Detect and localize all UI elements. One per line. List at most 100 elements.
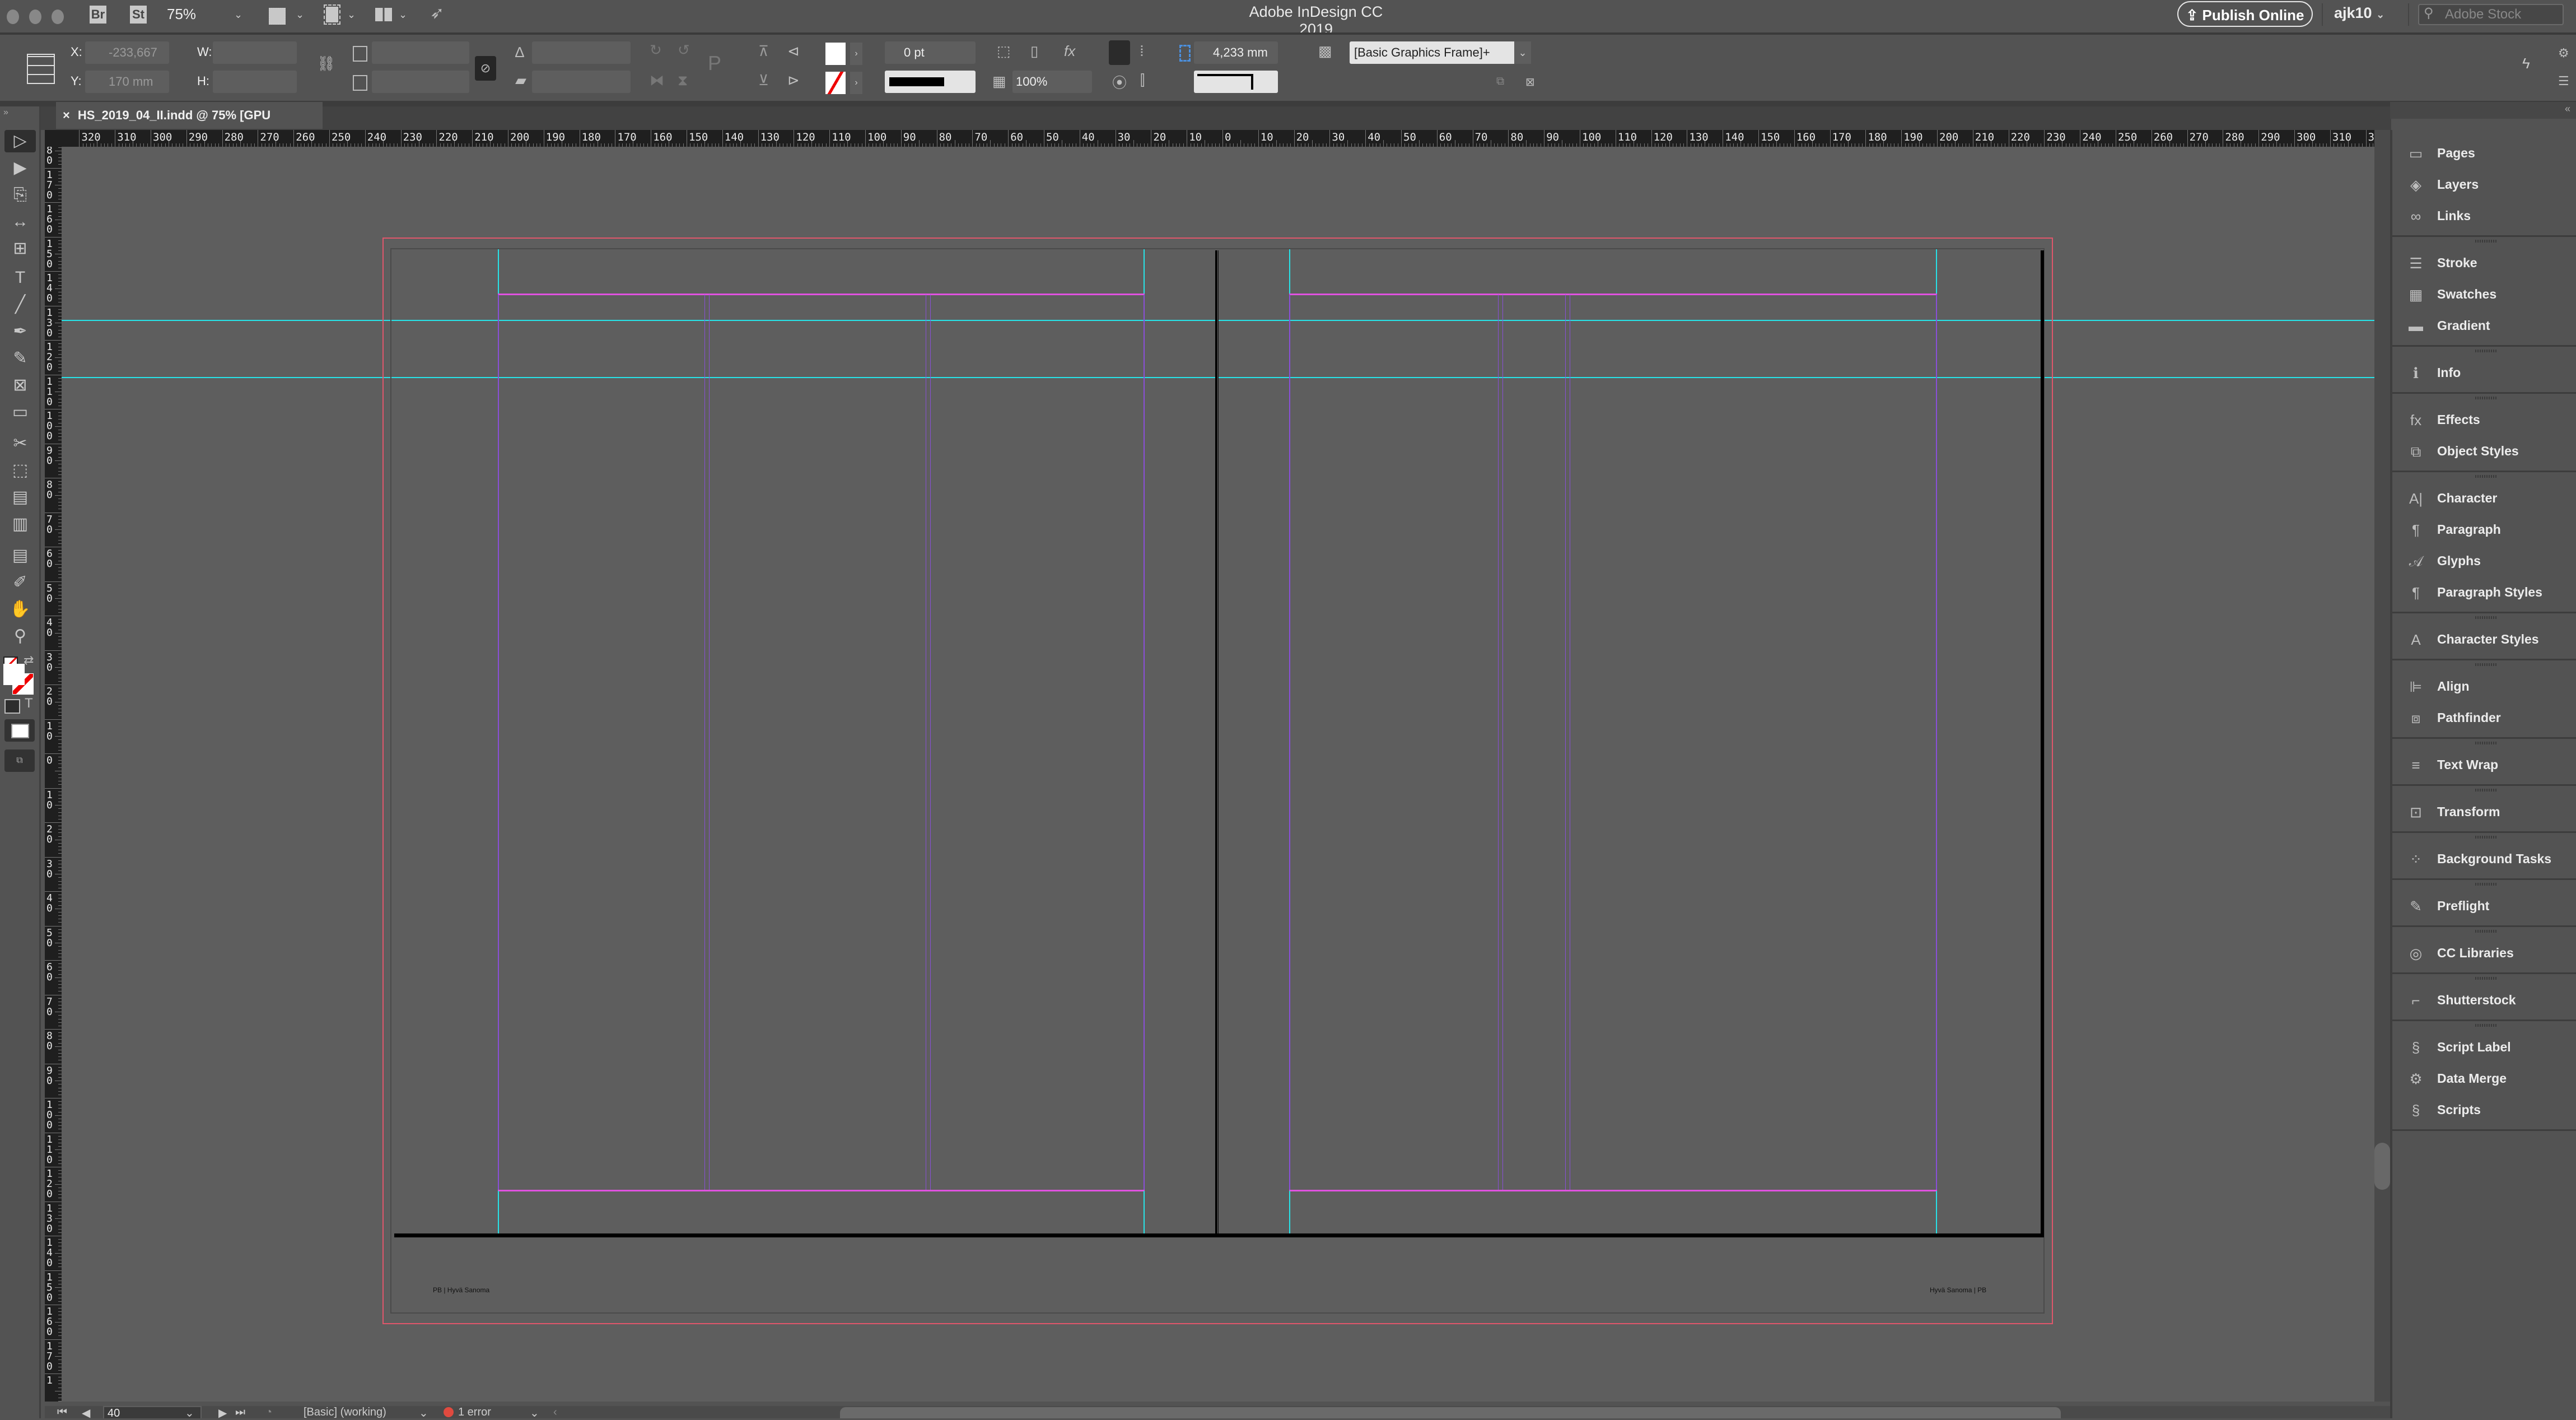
panel-item-paragraph[interactable]: ¶ Paragraph [2392,514,2576,546]
stroke-weight-field[interactable]: 0 pt [885,41,976,64]
panel-item-data-merge[interactable]: ⚙ Data Merge [2392,1063,2576,1095]
wrap-around-shape-icon[interactable]: ⦙ [1140,43,1144,60]
gap-tool[interactable]: ↔ [4,211,36,233]
panel-item-info[interactable]: ℹ Info [2392,357,2576,389]
stock-button[interactable]: St [130,6,147,24]
vertical-ruler[interactable]: 1801701601501401301201101009080706050403… [45,147,62,1402]
preflight-errors[interactable]: 1 error [458,1406,491,1419]
stroke-menu-chevron[interactable]: › [850,72,862,94]
expand-panel-icon[interactable]: » [3,108,8,118]
rectangle-tool[interactable]: ▭ [4,401,36,423]
panel-item-shutterstock[interactable]: ⌐ Shutterstock [2392,985,2576,1016]
document-canvas[interactable]: PB | Hyvä Sanoma Hyvä Sanoma | PB [62,147,2374,1402]
quick-apply-icon[interactable]: ϟ [2522,55,2530,72]
panel-item-background-tasks[interactable]: ⁘ Background Tasks [2392,844,2576,875]
chevron-down-icon[interactable]: ⌄ [347,9,356,21]
panel-item-scripts[interactable]: § Scripts [2392,1095,2576,1126]
select-content-icon[interactable]: ⊻ [758,72,769,89]
panel-group-grip[interactable] [2475,1024,2498,1027]
swap-fill-stroke-icon[interactable]: ⇄ [24,653,34,668]
rectangle-frame-tool[interactable]: ⊠ [4,374,36,397]
select-previous-icon[interactable]: ⊲ [787,43,800,60]
opacity-field[interactable]: 100% [1012,71,1092,93]
panel-group-grip[interactable] [2475,883,2498,886]
object-style-select[interactable]: [Basic Graphics Frame]+ [1350,41,1531,64]
last-page-button[interactable]: ⏭ [235,1406,245,1419]
panel-item-gradient[interactable]: ▬ Gradient [2392,310,2576,342]
publish-rocket-icon[interactable]: ➶ [430,3,444,23]
jump-next-column-icon[interactable]: ⫿ [1140,72,1145,90]
type-tool[interactable]: T [4,267,36,289]
preflight-profile[interactable]: [Basic] (working) [304,1406,386,1419]
fill-color-swatch[interactable] [3,664,25,685]
panel-group-grip[interactable] [2475,836,2498,839]
chevron-down-icon[interactable]: ⌄ [530,1406,539,1420]
panel-item-text-wrap[interactable]: ≡ Text Wrap [2392,749,2576,781]
direct-selection-tool[interactable]: ▶ [4,157,36,179]
panel-item-links[interactable]: ∞ Links [2392,201,2576,232]
select-next-icon[interactable]: ⊳ [787,72,800,89]
screen-mode-button[interactable]: ⧉ [4,749,35,772]
pen-tool[interactable]: ✒ [4,320,36,343]
arrange-documents-icon[interactable] [375,8,392,21]
scale-y-field[interactable] [372,71,469,93]
ruler-origin[interactable] [45,130,62,147]
offset-field[interactable]: 4,233 mm [1194,41,1278,64]
flip-horizontal-icon[interactable]: ⧓ [650,72,664,89]
panel-item-swatches[interactable]: ▦ Swatches [2392,279,2576,310]
panel-group-grip[interactable] [2475,616,2498,619]
vertical-scrollbar-thumb[interactable] [2374,1143,2390,1190]
panel-group-grip[interactable] [2475,475,2498,478]
reference-point-icon[interactable] [27,54,55,84]
rotate-ccw-icon[interactable]: ↺ [678,41,690,59]
fill-swatch[interactable] [825,43,846,65]
panel-item-transform[interactable]: ⊡ Transform [2392,797,2576,828]
panel-item-glyphs[interactable]: 𝒜 Glyphs [2392,546,2576,577]
publish-online-button[interactable]: ⇪ Publish Online [2177,1,2313,27]
document-tab[interactable]: ×HS_2019_04_II.indd @ 75% [GPU Preview] [56,102,323,149]
x-position-field[interactable]: -233,667 mm [85,41,169,82]
next-page-button[interactable]: ▶ [218,1406,227,1420]
horizontal-scrollbar-thumb[interactable] [840,1407,2061,1418]
formatting-text-icon[interactable]: T [25,696,33,711]
free-transform-tool[interactable]: ⬚ [4,459,36,482]
panel-group-grip[interactable] [2475,977,2498,980]
screen-mode-icon[interactable] [324,4,340,25]
panel-group-grip[interactable] [2475,350,2498,352]
panel-group-grip[interactable] [2475,930,2498,933]
gradient-feather-tool[interactable]: ▥ [4,513,36,536]
chevron-down-icon[interactable]: ⌄ [419,1406,428,1420]
user-menu[interactable]: ajk10 ⌄ [2334,4,2384,22]
panel-menu-icon[interactable]: ☰ [2558,74,2569,89]
content-collector-tool[interactable]: ⊞ [4,238,36,260]
panel-item-character[interactable]: A| Character [2392,483,2576,514]
panel-item-layers[interactable]: ◈ Layers [2392,169,2576,201]
panel-item-pages[interactable]: ▭ Pages [2392,138,2576,169]
panel-item-effects[interactable]: fx Effects [2392,404,2576,436]
chevron-down-icon[interactable]: ⌄ [185,1406,194,1420]
gear-icon[interactable]: ⚙ [2558,46,2569,60]
close-window-button[interactable] [7,10,19,24]
scroll-left-icon[interactable]: ‹ [553,1406,557,1419]
collapse-dock-icon[interactable]: « [2565,103,2570,115]
panel-group-grip[interactable] [2475,240,2498,243]
eyedropper-tool[interactable]: ✐ [4,571,36,594]
select-container-icon[interactable]: ⊼ [758,43,769,60]
normal-view-mode-button[interactable] [4,719,35,742]
bottom-rule[interactable] [394,1233,2044,1237]
horizontal-ruler[interactable]: 320 310 300 290 280 270 260 250 240 230 220 210 200 1… [62,130,2374,147]
zoom-level-select[interactable]: 75% [167,6,196,23]
panel-item-paragraph-styles[interactable]: ¶ Paragraph Styles [2392,577,2576,608]
view-options-icon[interactable] [269,8,286,25]
gradient-swatch-tool[interactable]: ▤ [4,486,36,509]
close-tab-icon[interactable]: × [63,108,70,122]
right-page-footer[interactable]: Hyvä Sanoma | PB [1930,1286,1986,1294]
vertical-scrollbar[interactable] [2374,130,2390,1402]
zoom-tool[interactable]: ⚲ [4,625,36,648]
wrap-around-bounding-box-button[interactable] [1109,40,1130,65]
corner-shape-select[interactable] [1194,71,1278,93]
pencil-tool[interactable]: ✎ [4,347,36,370]
previous-page-button[interactable]: ◀ [82,1406,90,1420]
constrain-proportions-icon[interactable]: ⛓ [317,55,335,72]
clear-attributes-icon[interactable]: ⊠ [1525,75,1535,89]
